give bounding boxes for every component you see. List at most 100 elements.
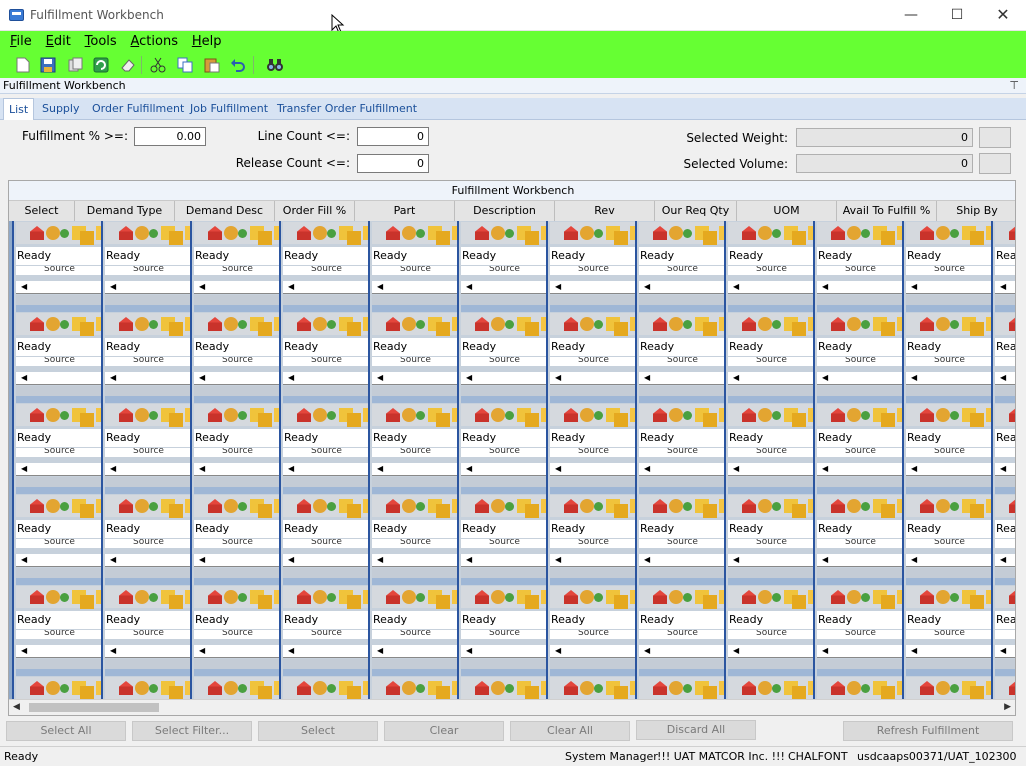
cell-scrollbar[interactable] [728,463,813,476]
cell-scrollbar[interactable] [550,372,635,385]
grid-cell[interactable]: ReadySource [12,221,101,312]
tab-order-fulfillment[interactable]: Order Fulfillment [92,98,184,120]
cell-scrollbar[interactable] [906,372,991,385]
cell-scrollbar[interactable] [995,554,1015,567]
horizontal-scrollbar[interactable]: ◀ ▶ [9,699,1015,715]
grid-cell[interactable]: ReadySource [724,312,813,403]
cell-scrollbar[interactable] [906,645,991,658]
grid-cell[interactable]: ReadySource [724,676,813,699]
scroll-thumb[interactable] [29,703,159,712]
grid-cell[interactable]: ReadySource [546,312,635,403]
grid-cell[interactable]: ReaSource [991,403,1015,494]
grid-cell[interactable]: ReadySource [902,494,991,585]
col-uom[interactable]: UOM [737,201,837,221]
grid-cell[interactable]: ReadySource [457,676,546,699]
cell-scrollbar[interactable] [728,281,813,294]
cell-scrollbar[interactable] [461,372,546,385]
col-demand-desc[interactable]: Demand Desc [175,201,275,221]
copy-record-icon[interactable] [66,55,86,75]
cell-scrollbar[interactable] [372,554,457,567]
col-part[interactable]: Part [355,201,455,221]
col-demand-type[interactable]: Demand Type [75,201,175,221]
select-filter-button[interactable]: Select Filter... [132,721,252,741]
tab-list[interactable]: List [3,98,35,120]
grid-cell[interactable]: ReadySource [724,494,813,585]
new-icon[interactable] [13,55,33,75]
cell-scrollbar[interactable] [16,463,101,476]
grid-cell[interactable]: ReadySource [12,585,101,676]
grid-cell[interactable]: ReadySource [635,312,724,403]
cell-scrollbar[interactable] [105,463,190,476]
cell-scrollbar[interactable] [461,554,546,567]
grid-cell[interactable]: ReadySource [368,494,457,585]
cell-scrollbar[interactable] [817,645,902,658]
grid-cell[interactable]: ReadySource [368,312,457,403]
cell-scrollbar[interactable] [906,463,991,476]
grid-cell[interactable]: ReadySource [190,221,279,312]
cell-scrollbar[interactable] [194,554,279,567]
cell-scrollbar[interactable] [550,281,635,294]
cell-scrollbar[interactable] [550,463,635,476]
grid-cell[interactable]: ReadySource [813,403,902,494]
cell-scrollbar[interactable] [817,463,902,476]
grid-cell[interactable]: ReadySource [101,676,190,699]
grid-cell[interactable]: ReadySource [546,585,635,676]
grid-cell[interactable]: ReadySource [724,221,813,312]
grid-cell[interactable]: ReadySource [546,494,635,585]
cell-scrollbar[interactable] [461,463,546,476]
grid-cell[interactable]: ReadySource [12,676,101,699]
cell-scrollbar[interactable] [728,554,813,567]
cell-scrollbar[interactable] [906,281,991,294]
grid-cell[interactable]: ReadySource [190,494,279,585]
select-button[interactable]: Select [258,721,378,741]
grid-cell[interactable]: ReadySource [279,676,368,699]
cell-scrollbar[interactable] [372,645,457,658]
cell-scrollbar[interactable] [639,372,724,385]
grid-cell[interactable]: ReadySource [813,585,902,676]
line-count-input[interactable]: 0 [357,127,429,146]
menu-help[interactable]: Help [192,34,222,49]
close-button[interactable]: ✕ [980,0,1026,30]
col-select[interactable]: Select [9,201,75,221]
menu-actions[interactable]: Actions [130,34,178,49]
scroll-left-icon[interactable]: ◀ [13,702,20,712]
menu-tools[interactable]: Tools [85,34,117,49]
grid-cell[interactable]: ReadySource [368,403,457,494]
cell-scrollbar[interactable] [995,372,1015,385]
tab-transfer-order-fulfillment[interactable]: Transfer Order Fulfillment [277,98,417,120]
grid-cell[interactable]: ReadySource [101,585,190,676]
grid-cell[interactable]: ReaSource [991,676,1015,699]
grid-cell[interactable]: ReadySource [457,494,546,585]
undo-icon[interactable] [228,55,248,75]
grid-cell[interactable]: ReadySource [101,221,190,312]
col-avail-to-fulfill[interactable]: Avail To Fulfill % [837,201,937,221]
cell-scrollbar[interactable] [16,281,101,294]
cell-scrollbar[interactable] [283,554,368,567]
cell-scrollbar[interactable] [817,372,902,385]
grid-cell[interactable]: ReadySource [101,494,190,585]
cell-scrollbar[interactable] [728,372,813,385]
grid-cell[interactable]: ReadySource [635,494,724,585]
grid-cell[interactable]: ReadySource [190,403,279,494]
select-all-button[interactable]: Select All [6,721,126,741]
col-description[interactable]: Description [455,201,555,221]
col-rev[interactable]: Rev [555,201,655,221]
grid-cell[interactable]: ReadySource [902,403,991,494]
grid-cell[interactable]: ReadySource [902,585,991,676]
cell-scrollbar[interactable] [817,554,902,567]
grid-cell[interactable]: ReadySource [279,221,368,312]
grid-cell[interactable]: ReadySource [368,221,457,312]
grid-cell[interactable]: ReadySource [101,403,190,494]
grid-cell[interactable]: ReadySource [279,585,368,676]
grid-cell[interactable]: ReadySource [368,676,457,699]
clear-all-button[interactable]: Clear All [510,721,630,741]
grid-cell[interactable]: ReadySource [813,676,902,699]
cell-scrollbar[interactable] [461,281,546,294]
grid-cell[interactable]: ReadySource [813,312,902,403]
cell-scrollbar[interactable] [105,281,190,294]
cell-scrollbar[interactable] [194,281,279,294]
grid-cell[interactable]: ReadySource [813,221,902,312]
grid-cell[interactable]: ReadySource [635,221,724,312]
maximize-button[interactable]: ☐ [934,0,980,30]
grid-cell[interactable]: ReadySource [546,403,635,494]
